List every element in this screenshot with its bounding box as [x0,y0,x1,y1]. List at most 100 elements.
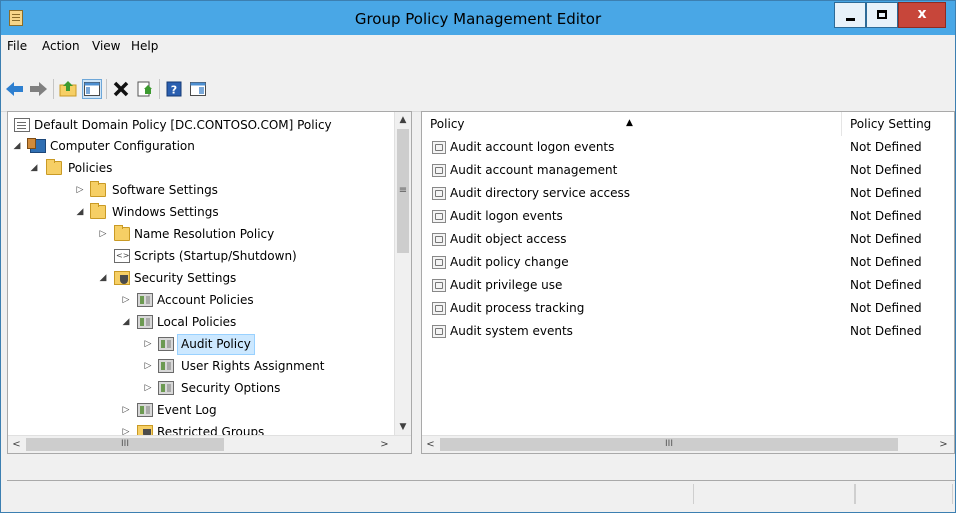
policy-node-icon [158,359,174,373]
properties-pane-button[interactable] [188,79,208,99]
collapse-icon[interactable]: ◢ [28,157,40,179]
policy-node-icon [158,337,174,351]
scroll-left-icon[interactable]: < [8,436,25,453]
folder-icon [90,203,106,219]
policy-setting-value: Not Defined [850,140,922,154]
delete-button[interactable] [111,79,131,99]
collapse-icon[interactable]: ◢ [120,311,132,333]
policy-setting-value: Not Defined [850,209,922,223]
delete-icon [113,81,129,97]
policy-setting-icon [432,164,446,177]
expand-icon[interactable]: ▷ [142,333,154,355]
menu-help[interactable]: Help [131,39,158,53]
column-header-label: Policy [430,117,465,131]
column-header-policy[interactable]: Policy ▲ [422,112,842,136]
scroll-up-icon[interactable]: ▲ [395,112,411,129]
policy-setting-value: Not Defined [850,324,922,338]
scroll-right-icon[interactable]: > [376,436,393,453]
tree-item-label: Security Options [181,381,281,395]
list-item[interactable]: Audit policy change Not Defined [422,251,954,274]
policy-setting-value: Not Defined [850,301,922,315]
minimize-button[interactable] [834,2,866,28]
policy-name: Audit process tracking [450,301,585,315]
maximize-button[interactable] [866,2,898,28]
tree-item-label: Security Settings [134,271,237,285]
tree-item-label: Policies [68,161,113,175]
policy-name: Audit account logon events [450,140,615,154]
scroll-down-icon[interactable]: ▼ [395,419,411,436]
scroll-left-icon[interactable]: < [422,436,439,453]
expand-icon[interactable]: ▷ [142,355,154,377]
tree-item-label: Scripts (Startup/Shutdown) [134,249,297,263]
policy-node-icon [137,315,153,329]
expand-icon[interactable]: ▷ [142,377,154,399]
show-hide-tree-icon [84,82,100,96]
close-icon: x [917,6,927,22]
minimize-icon [846,18,855,21]
details-list[interactable]: Policy ▲ Policy Setting Audit account lo… [421,111,955,454]
title-bar[interactable]: Group Policy Management Editor x [1,1,955,35]
column-header-policy-setting[interactable]: Policy Setting [842,112,954,136]
policy-node-icon [137,403,153,417]
policy-node-icon [137,293,153,307]
scroll-grip-icon: III [121,439,129,449]
policy-setting-value: Not Defined [850,278,922,292]
list-item[interactable]: Audit privilege use Not Defined [422,274,954,297]
up-one-level-button[interactable] [58,79,78,99]
collapse-icon[interactable]: ◢ [74,201,86,223]
list-item[interactable]: Audit system events Not Defined [422,320,954,343]
policy-setting-icon [432,325,446,338]
policy-name: Audit object access [450,232,567,246]
scroll-right-icon[interactable]: > [935,436,952,453]
tree-item-label: Event Log [157,403,217,417]
expand-icon[interactable]: ▷ [120,399,132,421]
list-item[interactable]: Audit account logon events Not Defined [422,136,954,159]
forward-button[interactable] [29,79,49,99]
expand-icon[interactable]: ▷ [97,223,109,245]
scroll-grip-icon: ≡ [398,185,408,196]
toolbar-separator [106,79,107,99]
list-item[interactable]: Audit logon events Not Defined [422,205,954,228]
policy-setting-icon [432,187,446,200]
policy-setting-icon [432,279,446,292]
tree-horizontal-scrollbar[interactable]: < III > [8,435,411,453]
policy-name: Audit policy change [450,255,569,269]
close-button[interactable]: x [898,2,946,28]
main-window: Group Policy Management Editor x File Ac… [0,0,956,513]
computer-icon [27,138,46,153]
expand-icon[interactable]: ▷ [120,289,132,311]
list-item[interactable]: Audit object access Not Defined [422,228,954,251]
expand-icon[interactable]: ▷ [74,179,86,201]
policy-name: Audit system events [450,324,573,338]
list-horizontal-scrollbar[interactable]: < III > [422,435,954,453]
menu-action[interactable]: Action [42,39,80,53]
console-tree[interactable]: Default Domain Policy [DC.CONTOSO.COM] P… [7,111,412,454]
help-button[interactable]: ? [164,79,184,99]
back-button[interactable] [5,79,25,99]
policy-name: Audit account management [450,163,618,177]
forward-arrow-icon [30,82,47,96]
tree-item-label: Default Domain Policy [DC.CONTOSO.COM] P… [34,118,332,132]
menu-file[interactable]: File [7,39,27,53]
list-item[interactable]: Audit directory service access Not Defin… [422,182,954,205]
tree-vertical-scrollbar[interactable]: ▲ ≡ ▼ [394,112,411,436]
list-item[interactable]: Audit process tracking Not Defined [422,297,954,320]
status-cell [693,484,855,504]
script-icon [114,249,130,263]
collapse-icon[interactable]: ◢ [11,135,23,157]
list-item[interactable]: Audit account management Not Defined [422,159,954,182]
menu-view[interactable]: View [92,39,120,53]
scroll-thumb[interactable]: III [26,438,224,451]
export-list-button[interactable] [135,79,155,99]
policy-setting-icon [432,256,446,269]
show-hide-console-tree-button[interactable] [82,79,102,99]
tree-item-label: Windows Settings [112,205,219,219]
policy-name: Audit logon events [450,209,563,223]
collapse-icon[interactable]: ◢ [97,267,109,289]
policy-setting-icon [432,210,446,223]
policy-name: Audit directory service access [450,186,631,200]
scroll-thumb[interactable]: III [440,438,898,451]
tree-item-label: Software Settings [112,183,218,197]
policy-setting-value: Not Defined [850,163,922,177]
scroll-thumb[interactable]: ≡ [397,129,409,253]
